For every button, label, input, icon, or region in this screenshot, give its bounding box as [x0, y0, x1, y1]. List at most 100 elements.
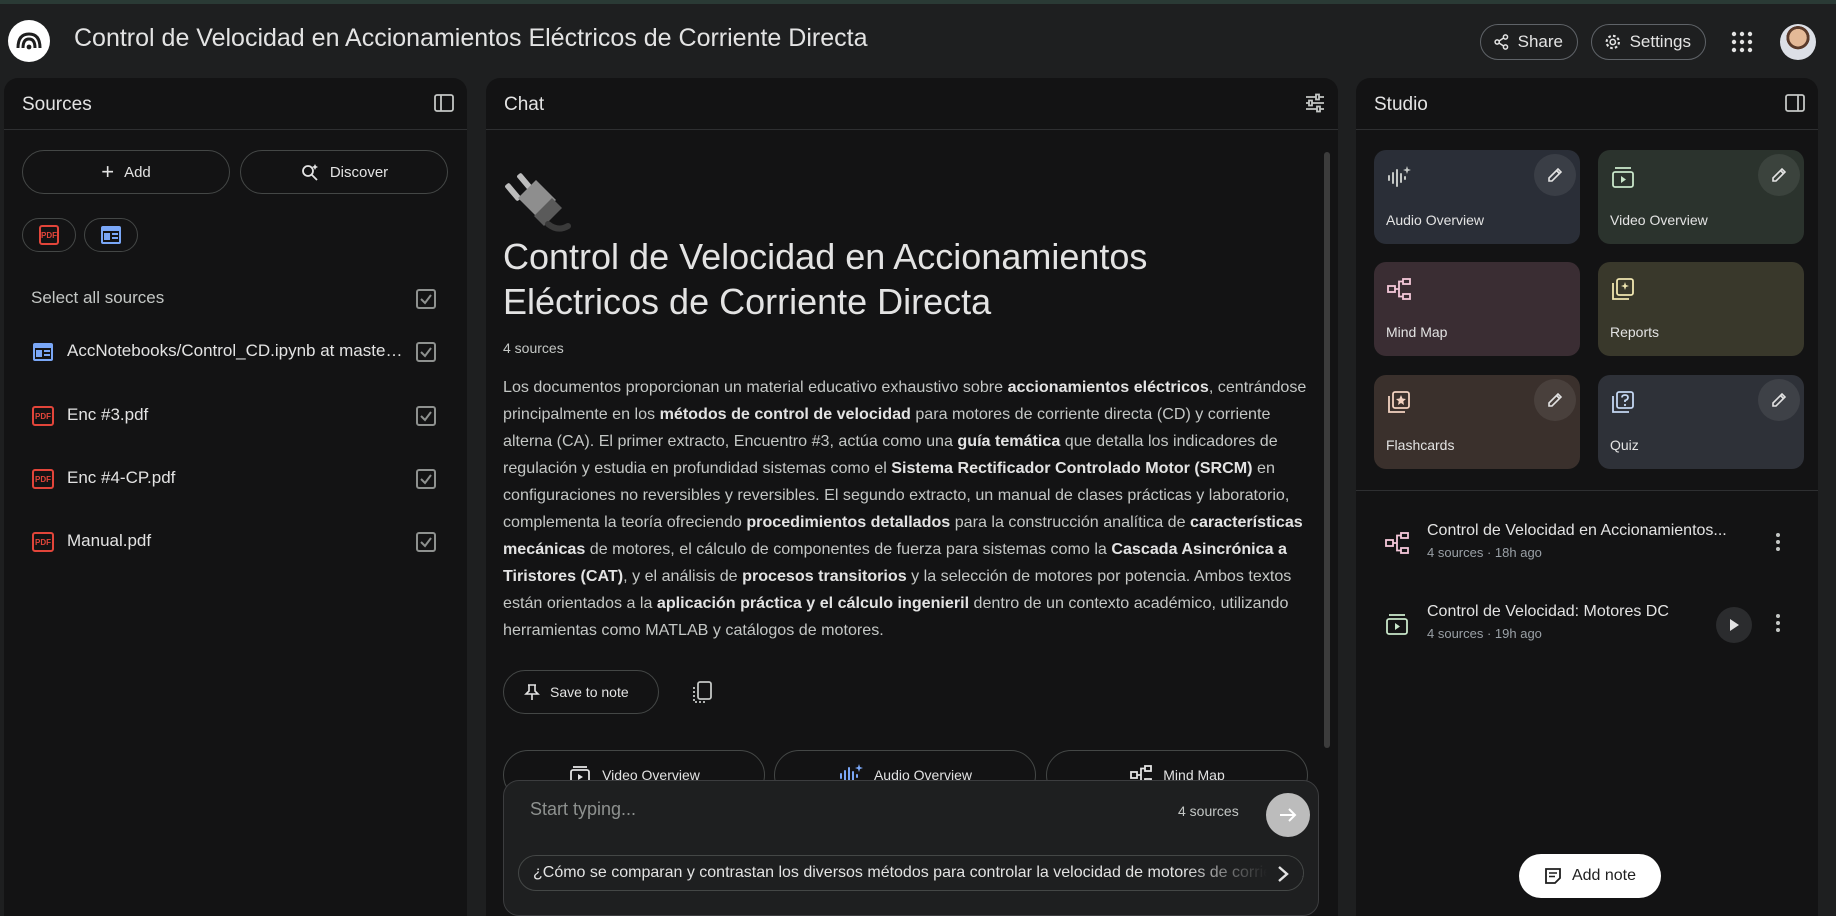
notebook-title[interactable]: Control de Velocidad en Accionamientos E… — [74, 24, 867, 53]
studio-tile-quiz[interactable]: Quiz — [1598, 375, 1804, 469]
save-to-note-button[interactable]: Save to note — [503, 670, 659, 714]
studio-panel: Studio Audio Overview Video Overview Min… — [1356, 78, 1818, 916]
tile-label: Reports — [1610, 324, 1660, 340]
summary-highlight: procesos transitorios — [742, 567, 907, 585]
pdf-icon-text: PDF — [35, 411, 51, 421]
summary-text: para la construcción analítica de — [950, 513, 1191, 531]
studio-divider — [1356, 490, 1818, 491]
pencil-icon — [1772, 167, 1787, 182]
share-label: Share — [1517, 32, 1563, 51]
tile-label: Video Overview — [1610, 212, 1708, 228]
mind-map-icon — [1387, 278, 1411, 300]
more-vert-icon[interactable] — [1766, 530, 1790, 554]
edit-quiz-button[interactable] — [1758, 379, 1800, 421]
studio-title: Studio — [1374, 94, 1428, 115]
pdf-icon: PDF — [32, 406, 54, 426]
source-checkbox[interactable] — [416, 532, 436, 552]
settings-label: Settings — [1629, 32, 1691, 51]
notebook-summary: Los documentos proporcionan un material … — [503, 374, 1311, 644]
pdf-icon-text: PDF — [35, 474, 51, 484]
chat-title: Chat — [504, 94, 545, 115]
app-header: Control de Velocidad en Accionamientos E… — [0, 4, 1836, 78]
apps-grid-icon[interactable] — [1730, 30, 1754, 54]
source-item[interactable]: PDF Enc #3.pdf — [4, 390, 467, 442]
plus-icon: + — [101, 159, 115, 184]
check-icon — [420, 474, 432, 485]
audio-spark-icon — [1388, 166, 1411, 187]
collapse-panel-icon[interactable] — [1784, 92, 1806, 114]
share-button[interactable]: Share — [1480, 24, 1578, 60]
suggested-question-arrow[interactable] — [1269, 860, 1297, 888]
note-title: Control de Velocidad en Accionamientos..… — [1427, 522, 1727, 539]
play-button[interactable] — [1716, 607, 1752, 643]
edit-flashcards-button[interactable] — [1534, 379, 1576, 421]
check-icon — [420, 294, 432, 305]
edit-audio-overview-button[interactable] — [1534, 154, 1576, 196]
tune-icon[interactable] — [1304, 92, 1326, 114]
electric-plug-icon — [505, 173, 571, 232]
source-checkbox[interactable] — [416, 469, 436, 489]
note-title: Control de Velocidad: Motores DC — [1427, 603, 1669, 620]
studio-tile-flashcards[interactable]: Flashcards — [1374, 375, 1580, 469]
add-source-button[interactable]: + Add — [22, 150, 230, 194]
summary-highlight: guía temática — [957, 432, 1061, 450]
select-all-label: Select all sources — [31, 288, 165, 307]
pencil-icon — [1548, 167, 1563, 182]
settings-button[interactable]: Settings — [1591, 24, 1706, 60]
pdf-icon: PDF — [32, 532, 54, 552]
user-avatar[interactable] — [1780, 24, 1816, 60]
studio-tile-video-overview[interactable]: Video Overview — [1598, 150, 1804, 244]
source-item[interactable]: PDF Manual.pdf — [4, 516, 467, 568]
add-label: Add — [124, 163, 151, 181]
copy-icon[interactable] — [688, 678, 716, 706]
summary-highlight: accionamientos eléctricos — [1007, 378, 1209, 396]
pencil-icon — [1772, 392, 1787, 407]
summary-text: , y el análisis de — [623, 567, 743, 585]
quiz-icon — [1612, 391, 1634, 413]
summary-highlight: aplicación práctica y el cálculo ingenie… — [656, 594, 970, 612]
check-icon — [420, 537, 432, 548]
reports-icon — [1612, 278, 1634, 300]
web-page-icon — [33, 343, 53, 361]
source-item[interactable]: AccNotebooks/Control_CD.ipynb at master … — [4, 326, 467, 378]
select-all-checkbox[interactable] — [416, 289, 436, 309]
studio-tile-reports[interactable]: Reports — [1598, 262, 1804, 356]
add-note-button[interactable]: Add note — [1519, 854, 1661, 898]
tile-label: Flashcards — [1386, 437, 1455, 453]
play-icon — [1730, 619, 1739, 631]
studio-tile-audio-overview[interactable]: Audio Overview — [1374, 150, 1580, 244]
edit-video-overview-button[interactable] — [1758, 154, 1800, 196]
filter-chip-web[interactable] — [84, 218, 138, 252]
chat-input[interactable]: Start typing... — [530, 799, 636, 820]
send-button[interactable] — [1266, 793, 1310, 837]
source-label: Enc #4-CP.pdf — [67, 468, 176, 487]
suggested-question[interactable]: ¿Cómo se comparan y contrastan los diver… — [518, 855, 1304, 891]
summary-text: Los documentos proporcionan un material … — [503, 378, 1008, 396]
chevron-right-icon — [1278, 866, 1289, 882]
discover-search-icon — [301, 164, 318, 181]
more-vert-icon[interactable] — [1766, 611, 1790, 635]
discover-button[interactable]: Discover — [240, 150, 448, 194]
tile-label: Quiz — [1610, 437, 1639, 453]
video-overview-icon — [1612, 167, 1634, 188]
chat-scrollbar[interactable] — [1324, 152, 1330, 748]
filter-chip-pdf[interactable]: PDF — [22, 218, 76, 252]
notebooklm-logo[interactable] — [8, 20, 50, 62]
studio-note-item[interactable]: Control de Velocidad en Accionamientos..… — [1356, 514, 1818, 574]
check-icon — [420, 411, 432, 422]
tile-label: Audio Overview — [1386, 212, 1485, 228]
flashcards-icon — [1388, 391, 1410, 413]
source-item[interactable]: PDF Enc #4-CP.pdf — [4, 453, 467, 505]
studio-note-item[interactable]: Control de Velocidad: Motores DC 4 sourc… — [1356, 595, 1818, 655]
pdf-icon-text: PDF — [35, 537, 51, 547]
pdf-icon-text: PDF — [41, 230, 57, 240]
sources-panel: Sources + Add Discover PDF Select all so… — [4, 78, 467, 916]
sources-header: Sources — [4, 78, 467, 130]
share-icon — [1494, 34, 1509, 50]
collapse-panel-icon[interactable] — [433, 92, 455, 114]
video-overview-icon — [1386, 614, 1408, 635]
source-checkbox[interactable] — [416, 342, 436, 362]
pin-icon — [524, 684, 540, 700]
studio-tile-mind-map[interactable]: Mind Map — [1374, 262, 1580, 356]
source-checkbox[interactable] — [416, 406, 436, 426]
